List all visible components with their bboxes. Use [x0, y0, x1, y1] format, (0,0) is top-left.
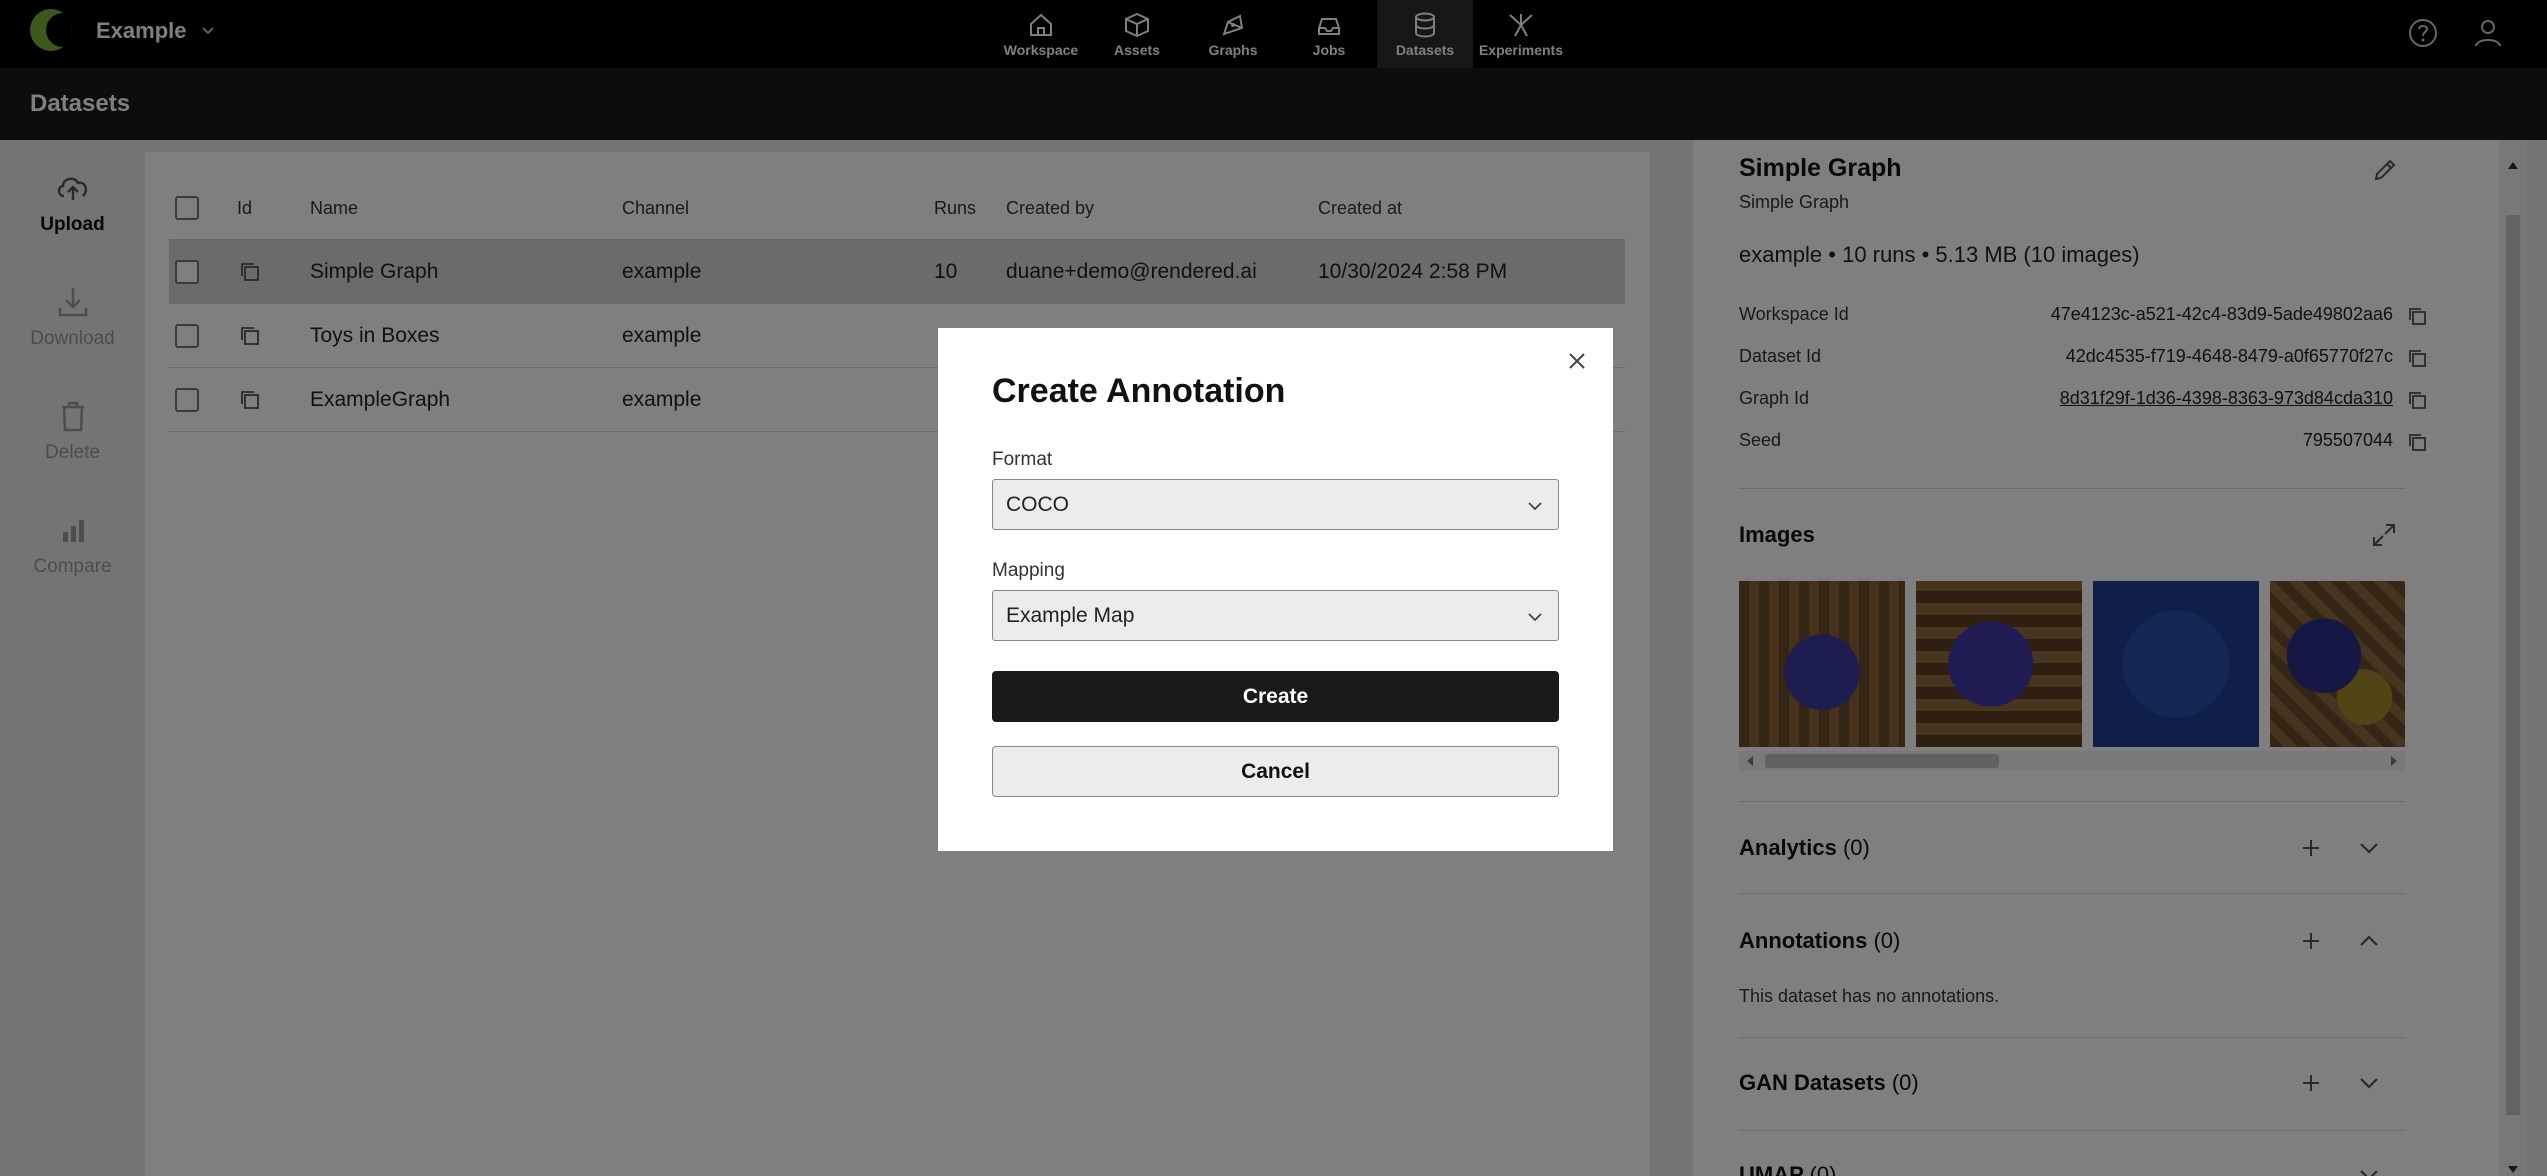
chevron-down-icon: [1528, 502, 1542, 511]
cancel-button[interactable]: Cancel: [992, 746, 1559, 797]
format-select[interactable]: COCO: [992, 479, 1559, 530]
format-selected-value: COCO: [1006, 493, 1069, 516]
create-annotation-dialog: Create Annotation Format COCO Mapping Ex…: [938, 328, 1613, 851]
mapping-select[interactable]: Example Map: [992, 590, 1559, 641]
chevron-down-icon: [1528, 613, 1542, 622]
dialog-title: Create Annotation: [992, 372, 1286, 410]
format-label: Format: [992, 449, 1053, 470]
create-button[interactable]: Create: [992, 671, 1559, 722]
mapping-selected-value: Example Map: [1006, 604, 1135, 627]
mapping-label: Mapping: [992, 560, 1065, 581]
close-icon[interactable]: [1566, 350, 1588, 372]
